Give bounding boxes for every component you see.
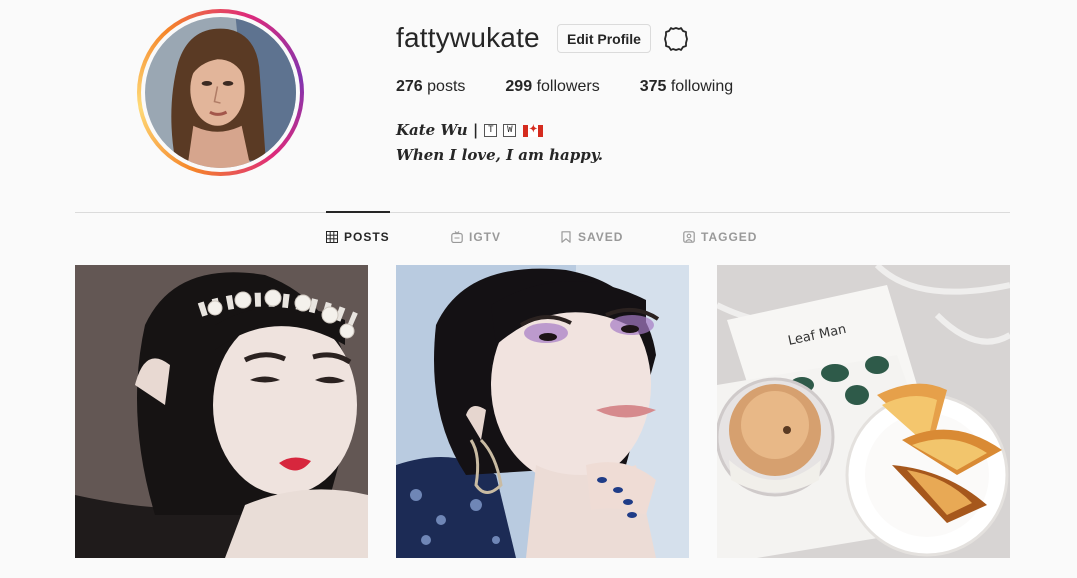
profile-bio: Kate Wu | T W When I love, I am happy. <box>396 118 603 168</box>
bookmark-icon <box>561 231 571 243</box>
post-thumbnail[interactable] <box>396 265 689 558</box>
bio-name-line: Kate Wu | T W <box>396 118 603 143</box>
username: fattywukate <box>396 22 540 53</box>
posts-stat: 276 posts <box>396 78 465 96</box>
settings-gear-icon[interactable] <box>662 25 690 53</box>
following-stat[interactable]: 375 following <box>640 78 733 96</box>
active-tab-indicator <box>326 211 390 213</box>
tab-posts-label: POSTS <box>344 230 390 244</box>
bio-symbol-w: W <box>503 124 517 137</box>
post-image-purple-makeup-portrait <box>396 265 689 558</box>
bio-tagline: When I love, I am happy. <box>396 146 603 164</box>
post-thumbnail[interactable] <box>75 265 368 558</box>
bio-name: Kate Wu | <box>396 121 479 139</box>
canada-flag-icon <box>523 124 544 137</box>
tab-posts[interactable]: POSTS <box>326 230 390 244</box>
profile-avatar-ring[interactable] <box>137 9 304 176</box>
tab-igtv-label: IGTV <box>469 230 502 244</box>
followers-label: followers <box>536 78 600 95</box>
post-image-headpiece-portrait <box>75 265 368 558</box>
edit-profile-button[interactable]: Edit Profile <box>557 24 651 53</box>
avatar-portrait-image <box>145 17 296 168</box>
tab-saved-label: SAVED <box>578 230 624 244</box>
profile-stats: 276 posts 299 followers 375 following <box>396 78 773 96</box>
tab-igtv[interactable]: IGTV <box>451 230 501 244</box>
tag-person-icon <box>683 231 695 243</box>
following-count: 375 <box>639 78 667 95</box>
avatar-frame <box>141 13 300 172</box>
posts-count: 276 <box>396 78 423 95</box>
tabs-divider <box>75 212 1010 213</box>
followers-stat[interactable]: 299 followers <box>505 78 599 96</box>
grid-icon <box>326 231 338 243</box>
following-label: following <box>670 78 734 95</box>
followers-count: 299 <box>505 78 533 95</box>
post-image-coffee-crepe-flatlay: Leaf Man <box>717 265 1010 558</box>
profile-tabs: POSTS IGTV SAVED TAGGED <box>0 230 1077 248</box>
igtv-icon <box>451 231 463 243</box>
avatar[interactable] <box>145 17 296 168</box>
post-thumbnail[interactable]: Leaf Man <box>717 265 1010 558</box>
tab-tagged-label: TAGGED <box>701 230 758 244</box>
bio-symbol-t: T <box>484 124 498 137</box>
tab-tagged[interactable]: TAGGED <box>683 230 757 244</box>
posts-label: posts <box>427 78 466 95</box>
tab-saved[interactable]: SAVED <box>560 230 623 244</box>
